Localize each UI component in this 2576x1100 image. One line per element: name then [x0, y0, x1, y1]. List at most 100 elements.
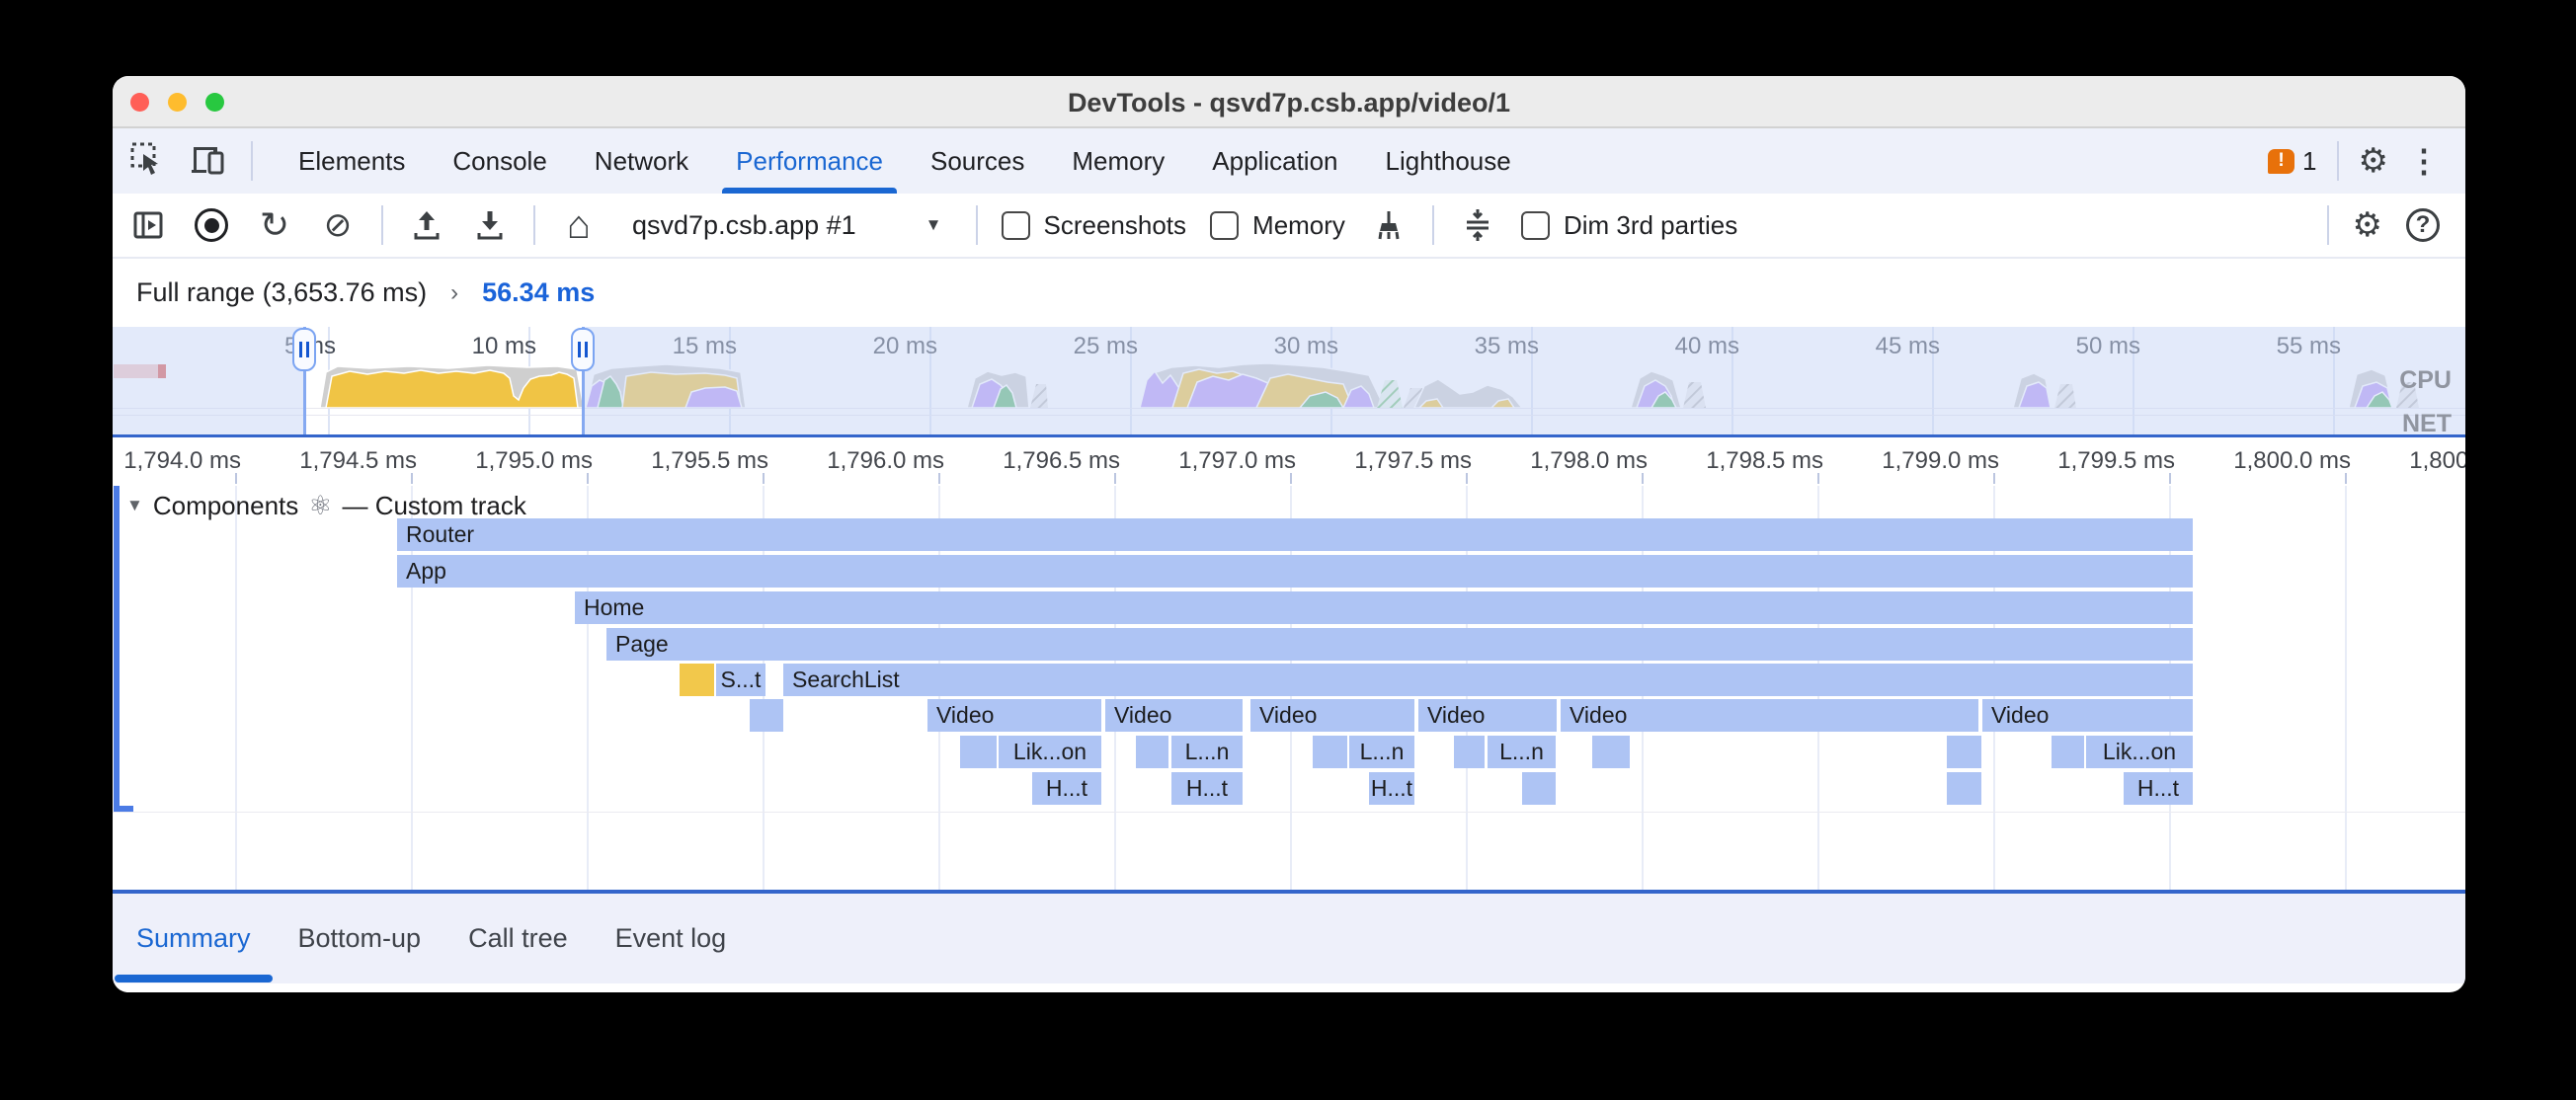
flame-bar-l-n[interactable]: L...n [1488, 736, 1556, 768]
selection-right-handle[interactable] [571, 328, 595, 371]
target-select[interactable]: qsvd7p.csb.app #1 ▼ [622, 210, 952, 241]
ruler-label: 1,795.5 ms [651, 447, 768, 475]
flame-bar-h-t[interactable]: H...t [1171, 772, 1243, 805]
flame-bar-h-t[interactable]: H...t [2124, 772, 2193, 805]
bottom-tab-summary[interactable]: Summary [113, 894, 275, 983]
flame-bar-video[interactable]: Video [1105, 699, 1243, 732]
tab-elements[interactable]: Elements [275, 128, 429, 194]
divider [251, 141, 253, 181]
tab-sources[interactable]: Sources [907, 128, 1048, 194]
flame-bar-lik-on[interactable]: Lik...on [2086, 736, 2193, 768]
tab-lighthouse[interactable]: Lighthouse [1362, 128, 1535, 194]
inspect-element-icon[interactable] [130, 142, 164, 181]
ruler-tick [1290, 473, 1292, 484]
devtools-tabs: ElementsConsoleNetworkPerformanceSources… [275, 128, 1535, 194]
record-icon[interactable] [192, 205, 231, 245]
tab-performance[interactable]: Performance [712, 128, 907, 194]
flame-bar[interactable] [960, 736, 997, 768]
title-bar: DevTools - qsvd7p.csb.app/video/1 [113, 76, 2465, 128]
flame-bar[interactable] [1313, 736, 1347, 768]
flame-bar-h-t[interactable]: H...t [1369, 772, 1414, 805]
timeline-breadcrumbs: Full range (3,653.76 ms) › 56.34 ms [113, 259, 2465, 327]
flame-bar-video[interactable]: Video [1982, 699, 2193, 732]
settings-gear-icon[interactable]: ⚙ [2359, 141, 2388, 181]
collect-garbage-icon[interactable] [1369, 205, 1409, 245]
ruler-tick [1114, 473, 1116, 484]
bottom-tab-call-tree[interactable]: Call tree [444, 894, 592, 983]
screenshots-checkbox[interactable]: Screenshots [1002, 210, 1187, 241]
flame-chart[interactable]: ▼ Components ⚛ — Custom track RouterAppH… [113, 486, 2465, 890]
flame-bar[interactable] [1947, 772, 1981, 805]
dim-3rd-parties-checkbox[interactable]: Dim 3rd parties [1521, 210, 1737, 241]
reload-and-record-icon[interactable]: ↻ [255, 205, 294, 245]
collapse-triangle-icon[interactable]: ▼ [126, 496, 143, 515]
divider [381, 205, 383, 245]
flame-bar-l-n[interactable]: L...n [1349, 736, 1414, 768]
flame-bar-s-t[interactable]: S...t [716, 664, 765, 696]
screenshot-stage: DevTools - qsvd7p.csb.app/video/1 Elemen… [0, 0, 2576, 1100]
download-profile-icon[interactable] [470, 205, 510, 245]
track-focus-bracket [114, 486, 120, 812]
ruler-tick [1993, 473, 1995, 484]
window-title: DevTools - qsvd7p.csb.app/video/1 [113, 88, 2465, 118]
bottom-tab-event-log[interactable]: Event log [592, 894, 751, 983]
ruler-label: 1,798.5 ms [1706, 447, 1823, 475]
ruler-label: 1,799.0 ms [1882, 447, 1999, 475]
flame-bar[interactable] [750, 699, 783, 732]
live-metrics-home-icon[interactable]: ⌂ [559, 205, 599, 245]
bottom-tab-bar: SummaryBottom-upCall treeEvent log [113, 894, 2465, 983]
bottom-tab-bottom-up[interactable]: Bottom-up [275, 894, 445, 983]
clear-recording-icon[interactable]: ⊘ [318, 205, 358, 245]
flame-bar-l-n[interactable]: L...n [1171, 736, 1243, 768]
flame-bar-video[interactable]: Video [1418, 699, 1557, 732]
chevron-right-icon: › [450, 279, 458, 307]
divider [976, 205, 978, 245]
chevron-down-icon: ▼ [926, 215, 942, 235]
flame-bar-h-t[interactable]: H...t [1032, 772, 1101, 805]
shortcuts-compress-icon[interactable] [1458, 205, 1497, 245]
issues-counter[interactable]: ! 1 [2268, 146, 2316, 177]
tab-memory[interactable]: Memory [1048, 128, 1188, 194]
help-icon[interactable]: ? [2406, 208, 2440, 242]
more-options-icon[interactable]: ⋮ [2408, 142, 2440, 180]
flame-bar[interactable] [1454, 736, 1485, 768]
ruler-tick [235, 473, 237, 484]
ruler-label: 1,796.0 ms [827, 447, 944, 475]
tab-console[interactable]: Console [429, 128, 570, 194]
breadcrumb-full-range[interactable]: Full range (3,653.76 ms) [136, 277, 427, 308]
track-suffix: — Custom track [342, 491, 525, 521]
upload-profile-icon[interactable] [407, 205, 446, 245]
divider [533, 205, 535, 245]
ruler-label: 1,797.0 ms [1178, 447, 1296, 475]
flame-bar-video[interactable]: Video [1250, 699, 1414, 732]
flame-bar[interactable] [1947, 736, 1981, 768]
toggle-device-toolbar-icon[interactable] [190, 143, 225, 180]
flame-bar-video[interactable]: Video [1561, 699, 1978, 732]
flame-bar-app[interactable]: App [397, 555, 2193, 588]
memory-checkbox[interactable]: Memory [1210, 210, 1345, 241]
flame-bar[interactable] [1592, 736, 1630, 768]
capture-settings-gear-icon[interactable]: ⚙ [2353, 205, 2382, 245]
ruler-tick [1466, 473, 1468, 484]
flame-bar-lik-on[interactable]: Lik...on [999, 736, 1101, 768]
timeline-minimap[interactable]: 5 ms10 ms15 ms20 ms25 ms30 ms35 ms40 ms4… [113, 327, 2465, 437]
flame-bar[interactable] [2052, 736, 2084, 768]
toggle-sidebar-icon[interactable] [128, 205, 168, 245]
tab-network[interactable]: Network [571, 128, 712, 194]
net-lane-label: NET [2402, 410, 2452, 437]
flame-bar-page[interactable]: Page [606, 628, 2193, 661]
divider [2327, 205, 2329, 245]
flame-bar-video[interactable]: Video [927, 699, 1101, 732]
devtools-window: DevTools - qsvd7p.csb.app/video/1 Elemen… [113, 76, 2465, 992]
flame-bar[interactable] [680, 664, 714, 696]
flame-bar-home[interactable]: Home [575, 591, 2193, 624]
target-select-value: qsvd7p.csb.app #1 [632, 210, 856, 241]
selection-left-handle[interactable] [292, 328, 316, 371]
breadcrumb-selected-range[interactable]: 56.34 ms [482, 277, 595, 308]
tab-application[interactable]: Application [1188, 128, 1361, 194]
flame-bar[interactable] [1136, 736, 1168, 768]
flame-bar-router[interactable]: Router [397, 518, 2193, 551]
flame-bar[interactable] [1522, 772, 1556, 805]
flame-bar-searchlist[interactable]: SearchList [783, 664, 2193, 696]
checkbox-label: Screenshots [1044, 210, 1187, 241]
